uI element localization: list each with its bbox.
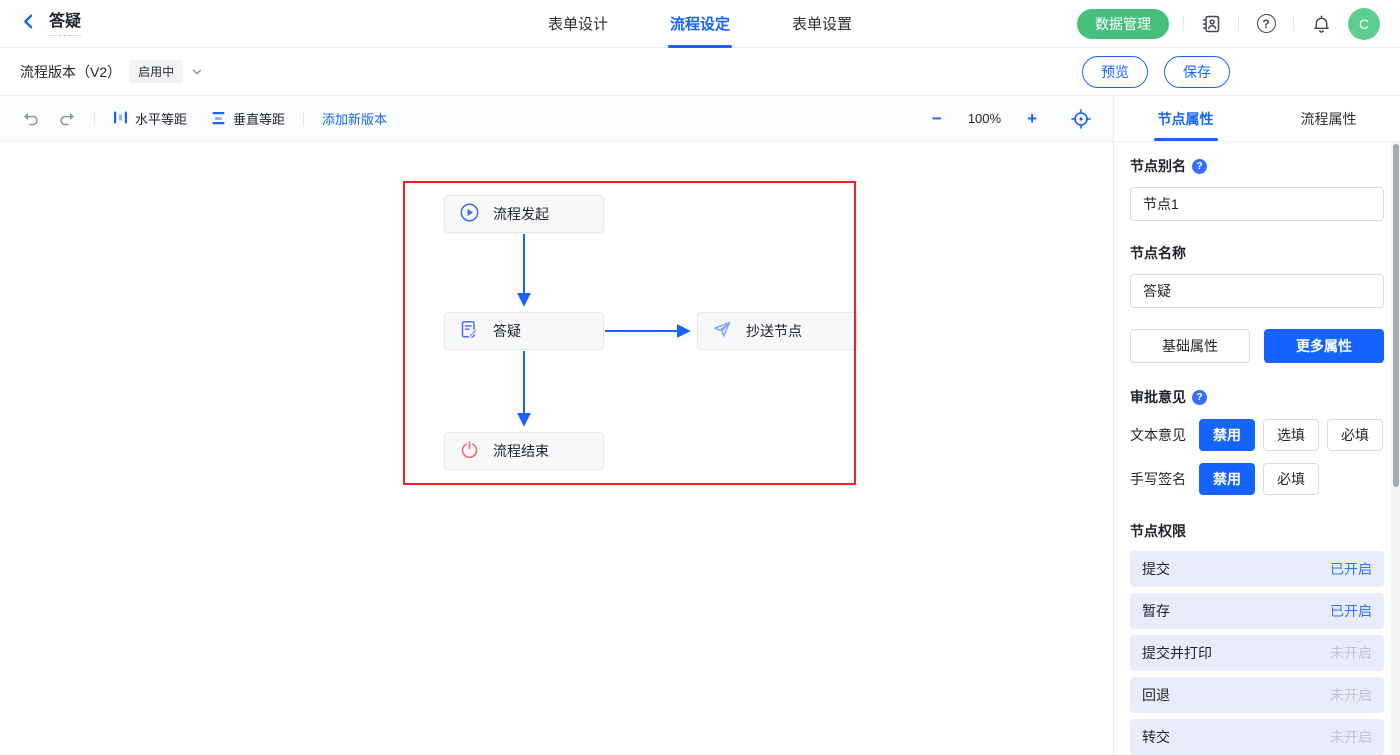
flow-node-cc[interactable]: 抄送节点 <box>697 312 857 350</box>
help-icon[interactable]: ? <box>1253 11 1279 37</box>
flow-node-end[interactable]: 流程结束 <box>444 432 604 470</box>
play-circle-icon <box>460 203 479 225</box>
preview-button[interactable]: 预览 <box>1082 56 1148 88</box>
node-name-input[interactable] <box>1130 274 1384 308</box>
redo-icon[interactable] <box>59 111 76 126</box>
panel-scrollbar-thumb[interactable] <box>1393 144 1399 487</box>
version-label: 流程版本（V2） <box>20 62 121 82</box>
flow-node-start[interactable]: 流程发起 <box>444 195 604 233</box>
zoom-level: 100% <box>968 111 1001 126</box>
status-badge: 未开启 <box>1330 685 1372 705</box>
panel-scrollbar-track[interactable] <box>1391 142 1400 755</box>
divider <box>1293 16 1294 31</box>
node-alias-input[interactable] <box>1130 187 1384 221</box>
property-mode-buttons: 基础属性 更多属性 <box>1130 329 1384 363</box>
status-badge: 已开启 <box>1330 559 1372 579</box>
distribute-horizontal-label: 水平等距 <box>135 109 187 128</box>
node-alias-section: 节点别名 ? <box>1130 156 1384 176</box>
document-edit-icon <box>460 320 479 342</box>
divider <box>1183 16 1184 31</box>
chevron-left-icon <box>20 13 37 35</box>
body: 水平等距 垂直等距 添加新版本 − 100% + <box>0 96 1400 755</box>
permission-list: 提交 已开启 暂存 已开启 提交并打印 未开启 回退 未开启 <box>1130 551 1384 755</box>
editor-column: 水平等距 垂直等距 添加新版本 − 100% + <box>0 96 1113 755</box>
zoom-in-button[interactable]: + <box>1027 110 1037 127</box>
node-permissions-label: 节点权限 <box>1130 521 1186 541</box>
distribute-horizontal-icon <box>113 110 128 128</box>
divider <box>94 112 95 126</box>
divider <box>1238 16 1239 31</box>
notification-bell-icon[interactable] <box>1308 11 1334 37</box>
page-title[interactable]: 答疑 <box>49 12 81 36</box>
address-book-icon[interactable] <box>1198 11 1224 37</box>
header-tabs: 表单设计 流程设定 表单设置 <box>548 0 852 48</box>
status-badge: 未开启 <box>1330 727 1372 747</box>
back-button[interactable] <box>20 13 37 35</box>
tab-flow-properties[interactable]: 流程属性 <box>1257 96 1400 141</box>
flow-node-answer[interactable]: 答疑 <box>444 312 604 350</box>
add-new-version-link[interactable]: 添加新版本 <box>322 109 387 128</box>
text-opinion-required-button[interactable]: 必填 <box>1327 419 1383 451</box>
paper-plane-icon <box>713 320 732 342</box>
canvas-toolbar: 水平等距 垂直等距 添加新版本 − 100% + <box>0 96 1113 142</box>
flow-node-label: 流程发起 <box>493 204 549 224</box>
app-window: 答疑 表单设计 流程设定 表单设置 数据管理 ? <box>0 0 1400 755</box>
node-name-section: 节点名称 <box>1130 243 1384 263</box>
more-properties-button[interactable]: 更多属性 <box>1264 329 1384 363</box>
node-alias-label: 节点别名 <box>1130 156 1186 176</box>
node-permissions-section: 节点权限 <box>1130 521 1384 541</box>
flow-node-label: 抄送节点 <box>746 321 802 341</box>
header: 答疑 表单设计 流程设定 表单设置 数据管理 ? <box>0 0 1400 48</box>
permission-row-rollback[interactable]: 回退 未开启 <box>1130 677 1384 713</box>
approval-opinion-section: 审批意见 ? <box>1130 387 1384 407</box>
text-opinion-disable-button[interactable]: 禁用 <box>1199 419 1255 451</box>
save-button[interactable]: 保存 <box>1164 56 1230 88</box>
chevron-down-icon[interactable] <box>191 66 203 78</box>
node-name-label: 节点名称 <box>1130 243 1186 263</box>
distribute-vertical-label: 垂直等距 <box>233 109 285 128</box>
tab-form-config[interactable]: 表单设置 <box>792 0 852 48</box>
distribute-vertical-icon <box>211 110 226 128</box>
signature-required-button[interactable]: 必填 <box>1263 463 1319 495</box>
permission-row-submit-print[interactable]: 提交并打印 未开启 <box>1130 635 1384 671</box>
text-opinion-optional-button[interactable]: 选填 <box>1263 419 1319 451</box>
distribute-horizontal-button[interactable]: 水平等距 <box>113 109 187 128</box>
undo-icon[interactable] <box>22 111 39 126</box>
text-opinion-label: 文本意见 <box>1130 425 1199 445</box>
panel-body: 节点别名 ? 节点名称 基础属性 更多属性 审批意见 ? 文本意见 <box>1114 142 1400 755</box>
permission-row-draft[interactable]: 暂存 已开启 <box>1130 593 1384 629</box>
zoom-controls: − 100% + <box>932 109 1091 129</box>
zoom-out-button[interactable]: − <box>932 110 942 127</box>
header-actions: 数据管理 ? C <box>1077 8 1380 40</box>
signature-label: 手写签名 <box>1130 469 1199 489</box>
version-actions: 预览 保存 <box>1082 56 1230 88</box>
fit-view-icon[interactable] <box>1071 109 1091 129</box>
tab-flow-settings[interactable]: 流程设定 <box>670 0 730 48</box>
permission-row-submit[interactable]: 提交 已开启 <box>1130 551 1384 587</box>
flow-node-label: 答疑 <box>493 321 521 341</box>
tab-node-properties[interactable]: 节点属性 <box>1114 96 1257 141</box>
version-bar: 流程版本（V2） 启用中 预览 保存 <box>0 48 1400 96</box>
permission-row-transfer[interactable]: 转交 未开启 <box>1130 719 1384 755</box>
status-badge: 已开启 <box>1330 601 1372 621</box>
status-badge: 未开启 <box>1330 643 1372 663</box>
distribute-vertical-button[interactable]: 垂直等距 <box>211 109 285 128</box>
approval-opinion-label: 审批意见 <box>1130 387 1186 407</box>
data-manage-button[interactable]: 数据管理 <box>1077 9 1169 39</box>
flow-node-label: 流程结束 <box>493 441 549 461</box>
tab-form-design[interactable]: 表单设计 <box>548 0 608 48</box>
signature-row: 手写签名 禁用 必填 <box>1130 463 1384 495</box>
power-icon <box>460 440 479 462</box>
properties-panel: 节点属性 流程属性 节点别名 ? 节点名称 基础属性 更多属性 审 <box>1113 96 1400 755</box>
basic-properties-button[interactable]: 基础属性 <box>1130 329 1250 363</box>
help-badge-icon[interactable]: ? <box>1192 159 1207 174</box>
avatar[interactable]: C <box>1348 8 1380 40</box>
panel-tabs: 节点属性 流程属性 <box>1114 96 1400 142</box>
signature-disable-button[interactable]: 禁用 <box>1199 463 1255 495</box>
help-badge-icon[interactable]: ? <box>1192 390 1207 405</box>
divider <box>303 112 304 126</box>
text-opinion-row: 文本意见 禁用 选填 必填 <box>1130 419 1384 451</box>
flow-canvas[interactable]: 流程发起 答疑 <box>0 142 1113 755</box>
status-badge: 启用中 <box>129 60 183 83</box>
